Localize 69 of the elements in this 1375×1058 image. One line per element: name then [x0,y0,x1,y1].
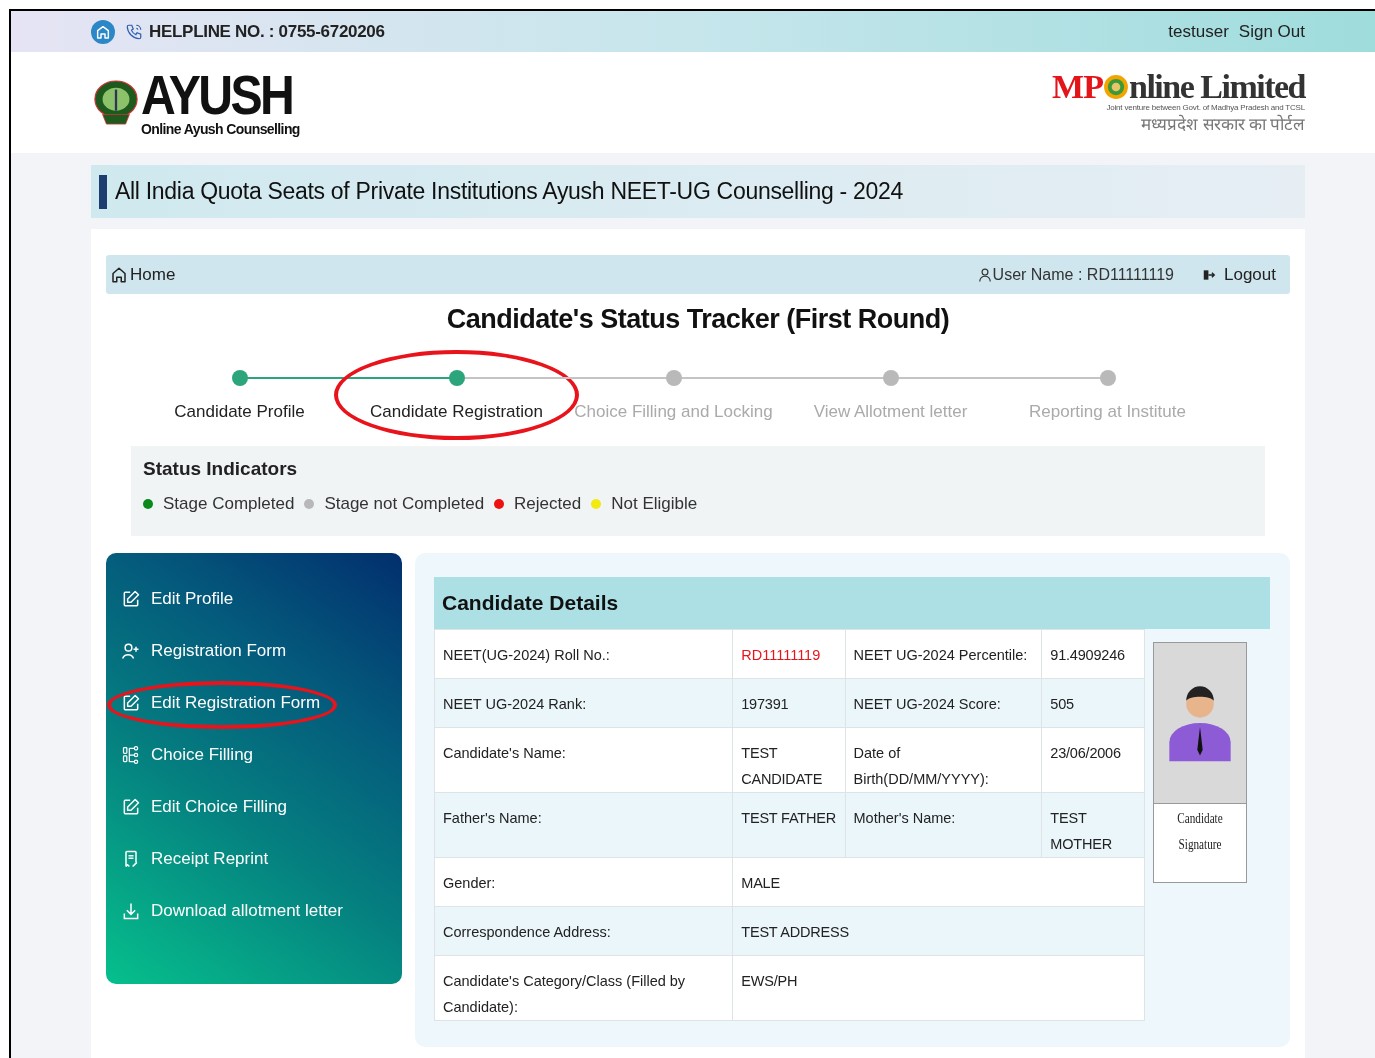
table-cell: RD11111119 [732,629,845,679]
table-cell: TEST ADDRESS [732,906,1145,956]
logo-text: MP [1052,70,1103,103]
signature-label: Candidate Signature [1176,809,1224,854]
menu-label: Receipt Reprint [151,849,269,869]
menu-label: Registration Form [151,641,287,661]
edit-icon [121,797,141,817]
logout-link[interactable]: Logout [1202,264,1276,285]
section-heading: Status Indicators [143,457,299,480]
table-cell: MALE [732,857,1145,907]
step-label: View Allotment letter [813,402,968,422]
seal-icon [1102,73,1129,100]
step-label: Choice Filling and Locking [574,402,773,422]
logo-tagline: Joint venture between Govt. of Madhya Pradesh and TCSL [1106,102,1305,112]
user-name-text: User Name : RD11111119 [992,265,1174,284]
legend-label: Stage not Completed [324,494,485,514]
table-cell: Candidate's Category/Class (Filled by Candidate): [434,955,733,1021]
logo-subtitle: Online Ayush Counselling [141,120,301,137]
home-icon[interactable] [91,19,115,44]
page-title: All India Quota Seats of Private Institutions Ayush NEET-UG Counselling - 2024 [115,178,903,205]
helpline-number: HELPLINE NO. : 0755-6720206 [149,21,385,42]
details-heading: Candidate Details [434,577,1270,629]
table-cell: NEET UG-2024 Rank: [434,678,733,728]
sidebar-item[interactable]: Edit Choice Filling [121,797,288,817]
download-icon [121,901,141,921]
step-label: Reporting at Institute [1029,402,1186,422]
user-add-icon [121,641,141,661]
home-link[interactable]: Home [110,264,176,285]
sidebar-item[interactable]: Receipt Reprint [121,849,269,869]
table-cell: Mother's Name: [845,792,1042,858]
legend-label: Stage Completed [163,494,295,514]
table-cell: EWS/PH [732,955,1145,1021]
sidebar-item[interactable]: Edit Profile [121,589,234,609]
username-text: testuser [1168,21,1229,42]
table-cell: Father's Name: [434,792,733,858]
table-cell: 23/06/2006 [1041,727,1145,793]
table-cell: Correspondence Address: [434,906,733,956]
title-accent-bar [99,174,107,209]
table-cell: TEST MOTHER [1041,792,1145,858]
table-cell: 91.4909246 [1041,629,1145,679]
table-cell: Date of Birth(DD/MM/YYYY): [845,727,1042,793]
table-cell: TEST CANDIDATE [732,727,845,793]
logo-title: AYUSH [141,68,293,121]
logo-text: nline Limited [1128,70,1305,103]
step-label: Candidate Registration [370,402,543,422]
logo-hindi-text: मध्यप्रदेश सरकार का पोर्टल [1141,113,1305,135]
table-cell: NEET UG-2024 Score: [845,678,1042,728]
menu-label: Edit Profile [151,589,234,609]
table-cell: NEET(UG-2024) Roll No.: [434,629,733,679]
table-cell: 505 [1041,678,1145,728]
logout-icon [1202,267,1216,282]
legend-label: Rejected [514,494,582,514]
legend-label: Not Eligible [611,494,698,514]
table-cell: TEST FATHER [732,792,845,858]
table-cell: NEET UG-2024 Percentile: [845,629,1042,679]
menu-label: Edit Choice Filling [151,797,288,817]
sidebar-item[interactable]: Registration Form [121,641,287,661]
table-cell: 197391 [732,678,845,728]
table-cell: Candidate's Name: [434,727,733,793]
tracker-heading: Candidate's Status Tracker (First Round) [445,304,951,335]
table-cell: Gender: [434,857,733,907]
edit-icon [121,693,141,713]
hierarchy-icon [121,745,141,765]
step-label: Candidate Profile [174,402,305,422]
sidebar-item[interactable]: Choice Filling [121,745,254,765]
menu-label: Choice Filling [151,745,254,765]
phone-icon [125,22,143,41]
edit-icon [121,589,141,609]
sign-out-link[interactable]: Sign Out [1238,21,1305,42]
